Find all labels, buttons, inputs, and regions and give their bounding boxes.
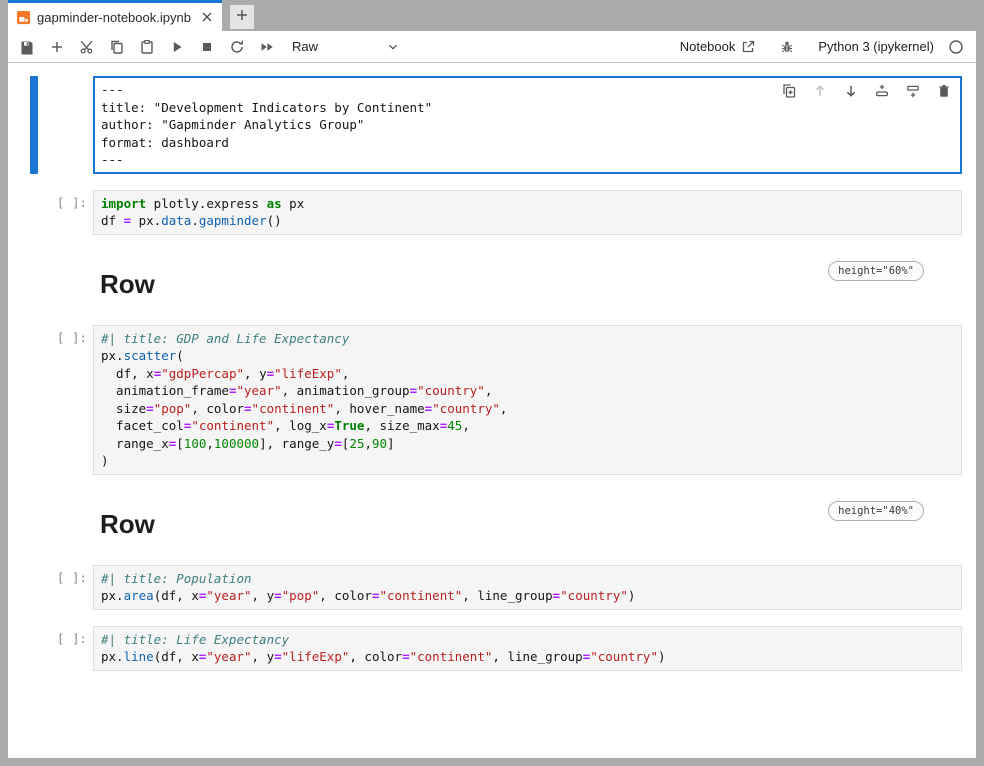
restart-kernel-button[interactable]	[222, 34, 252, 60]
cell-source: import plotly.express as px df = px.data…	[101, 195, 954, 230]
code-cell: [ ]: #| title: GDP and Life Expectancy px…	[8, 325, 962, 475]
code-cell: [ ]: import plotly.express as px df = px.…	[8, 190, 962, 235]
cell-gutter: [ ]:	[8, 626, 93, 671]
cell-editor[interactable]: --- title: "Development Indicators by Co…	[93, 76, 962, 174]
cell-collapser[interactable]	[30, 76, 38, 174]
cell-gutter: [ ]:	[8, 190, 93, 235]
cell-type-label: Raw	[292, 39, 318, 54]
copy-cells-button[interactable]	[102, 34, 132, 60]
kernel-status-icon[interactable]	[948, 39, 964, 55]
external-link-icon	[740, 39, 756, 55]
jupyterlab-window: gapminder-notebook.ipynb Raw Notebook Py…	[8, 0, 976, 758]
cell-gutter: [ ]:	[8, 325, 93, 475]
cell-toolbar	[781, 83, 952, 99]
close-icon[interactable]	[199, 9, 215, 25]
code-cell: [ ]: #| title: Life Expectancy px.line(df…	[8, 626, 962, 671]
debugger-button[interactable]	[772, 34, 802, 60]
cell-prompt	[8, 76, 93, 81]
raw-cell: --- title: "Development Indicators by Co…	[8, 76, 962, 174]
move-down-icon[interactable]	[843, 83, 859, 99]
cell-source: #| title: GDP and Life Expectancy px.sca…	[101, 330, 954, 470]
cell-editor[interactable]: #| title: Population px.area(df, x="year…	[93, 565, 962, 610]
run-cell-button[interactable]	[162, 34, 192, 60]
height-attribute-badge: height="40%"	[828, 501, 924, 521]
interrupt-kernel-button[interactable]	[192, 34, 222, 60]
cell-prompt: [ ]:	[8, 190, 93, 210]
notebook-cells: --- title: "Development Indicators by Co…	[8, 76, 976, 671]
cell-editor[interactable]: #| title: GDP and Life Expectancy px.sca…	[93, 325, 962, 475]
markdown-cell-body[interactable]: height="40%"Row	[93, 495, 962, 551]
cell-editor[interactable]: #| title: Life Expectancy px.line(df, x=…	[93, 626, 962, 671]
notebook-toolbar: Raw Notebook Python 3 (ipykernel)	[8, 31, 976, 63]
height-attribute-badge: height="60%"	[828, 261, 924, 281]
markdown-cell-body[interactable]: height="60%"Row	[93, 255, 962, 311]
kernel-name[interactable]: Python 3 (ipykernel)	[818, 39, 934, 54]
insert-cell-button[interactable]	[42, 34, 72, 60]
cell-gutter	[8, 495, 93, 551]
markdown-cell: height="60%"Row	[8, 255, 962, 311]
tab-bar: gapminder-notebook.ipynb	[8, 0, 976, 31]
cell-source: #| title: Life Expectancy px.line(df, x=…	[101, 631, 954, 666]
paste-cells-button[interactable]	[132, 34, 162, 60]
new-tab-button[interactable]	[230, 5, 254, 29]
delete-icon[interactable]	[936, 83, 952, 99]
notebook-file-icon	[16, 10, 31, 25]
cell-gutter	[8, 255, 93, 311]
cell-editor[interactable]: import plotly.express as px df = px.data…	[93, 190, 962, 235]
toolbar-right-group: Notebook Python 3 (ipykernel)	[680, 34, 964, 60]
cell-source: #| title: Population px.area(df, x="year…	[101, 570, 954, 605]
cell-prompt: [ ]:	[8, 565, 93, 585]
tab-gapminder-notebook[interactable]: gapminder-notebook.ipynb	[8, 0, 222, 31]
move-up-icon	[812, 83, 828, 99]
save-button[interactable]	[12, 34, 42, 60]
add-icon	[234, 7, 250, 28]
notebook-link-label: Notebook	[680, 39, 736, 54]
notebook-content: --- title: "Development Indicators by Co…	[8, 63, 976, 758]
cell-gutter: [ ]:	[8, 565, 93, 610]
chevron-down-icon	[386, 40, 400, 54]
markdown-cell: height="40%"Row	[8, 495, 962, 551]
code-cell: [ ]: #| title: Population px.area(df, x="…	[8, 565, 962, 610]
cell-gutter	[8, 76, 93, 174]
restart-run-all-button[interactable]	[252, 34, 282, 60]
open-in-notebook-link[interactable]: Notebook	[680, 39, 757, 55]
insert-above-icon[interactable]	[874, 83, 890, 99]
cell-prompt: [ ]:	[8, 626, 93, 646]
cut-cells-button[interactable]	[72, 34, 102, 60]
cell-prompt: [ ]:	[8, 325, 93, 345]
tab-title: gapminder-notebook.ipynb	[37, 10, 191, 25]
insert-below-icon[interactable]	[905, 83, 921, 99]
cell-type-select[interactable]: Raw	[292, 39, 400, 54]
duplicate-icon[interactable]	[781, 83, 797, 99]
